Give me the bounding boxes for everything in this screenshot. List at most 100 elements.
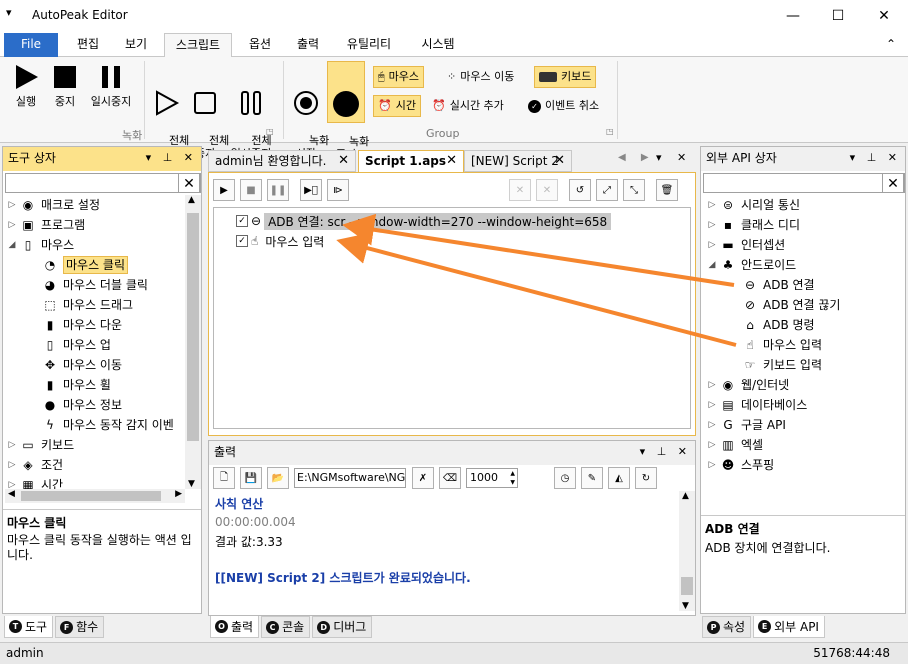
- tree-item[interactable]: ▷ ◈ 조건: [5, 455, 64, 475]
- tree-item[interactable]: ◢ ♣ 안드로이드: [705, 255, 797, 275]
- line-checkbox[interactable]: ✓: [236, 215, 248, 227]
- clear-search-icon[interactable]: ✕: [178, 173, 200, 193]
- file-tab[interactable]: File: [4, 33, 58, 57]
- tree-item[interactable]: ▷ G 구글 API: [705, 415, 786, 435]
- doc-tab-script2[interactable]: [NEW] Script 2 ✕: [464, 150, 572, 172]
- minimize-button[interactable]: —: [770, 0, 816, 32]
- expand-arrow-icon[interactable]: ▷: [5, 435, 19, 455]
- stepper-arrows-icon[interactable]: ▲ ▼: [510, 469, 515, 487]
- tree-item[interactable]: ▷ ▭ 키보드: [5, 435, 75, 455]
- new-file-icon[interactable]: 🗋: [213, 467, 235, 489]
- eraser-icon[interactable]: ⌫: [439, 467, 461, 489]
- collapse-icon[interactable]: ⤡: [623, 179, 645, 201]
- tree-item[interactable]: ⌂ ADB 명령: [727, 315, 814, 335]
- panel-controls[interactable]: ▾ ⊥ ✕: [640, 441, 691, 463]
- hscroll-thumb[interactable]: [21, 491, 161, 501]
- close-button[interactable]: ✕: [861, 0, 907, 32]
- panel-controls[interactable]: ▾ ⊥ ✕: [146, 147, 197, 169]
- tree-item[interactable]: ▷ ⊜ 시리얼 통신: [705, 195, 800, 215]
- editor-run-from-button[interactable]: ▶⃞: [300, 179, 322, 201]
- tree-item[interactable]: ▯ 마우스 업: [27, 335, 111, 355]
- expand-arrow-icon[interactable]: ▷: [705, 375, 719, 395]
- tab-output-log[interactable]: O 출력: [210, 616, 260, 638]
- disabled-x-icon[interactable]: ✕: [536, 179, 558, 201]
- pause-button[interactable]: 일시중지: [86, 63, 136, 108]
- expand-arrow-icon[interactable]: ▷: [5, 195, 19, 215]
- delete-icon[interactable]: 🗑: [656, 179, 678, 201]
- group-expand-icon[interactable]: ◳: [606, 127, 614, 136]
- run-button[interactable]: 실행: [8, 63, 44, 108]
- tab-functions[interactable]: F 함수: [55, 616, 105, 638]
- tab-nav-icons[interactable]: ◀ ▶: [618, 152, 655, 163]
- tree-item[interactable]: ▷ ▦ 시간: [5, 475, 64, 489]
- expand-arrow-icon[interactable]: ▷: [705, 235, 719, 255]
- script-line-mouse[interactable]: ✓ ☝ 마우스 입력: [236, 232, 328, 250]
- tab-utility[interactable]: 유틸리티: [336, 33, 402, 57]
- doc-tab-welcome[interactable]: admin님 환영합니다. ✕: [208, 150, 356, 172]
- tree-item[interactable]: ▮ 마우스 다운: [27, 315, 122, 335]
- tree-item[interactable]: ▷ ▣ 프로그램: [5, 215, 86, 235]
- tree-item[interactable]: ⊘ ADB 연결 끊기: [727, 295, 841, 315]
- tree-item[interactable]: ◢ ▯ 마우스: [5, 235, 75, 255]
- tree-item[interactable]: ▷ ▥ 엑셀: [705, 435, 764, 455]
- tree-item[interactable]: ▷ ☻ 스푸핑: [705, 455, 775, 475]
- tab-options[interactable]: 옵션: [238, 33, 282, 57]
- editor-pause-button[interactable]: ❚❚: [267, 179, 289, 201]
- tree-item[interactable]: ▮ 마우스 휠: [27, 375, 111, 395]
- tree-item[interactable]: ⬚ 마우스 드래그: [27, 295, 133, 315]
- tab-edit[interactable]: 편집: [66, 33, 110, 57]
- toolbox-search-input[interactable]: ✕: [5, 173, 201, 193]
- record-time-toggle[interactable]: ⏰ 시간: [373, 95, 421, 117]
- expand-arrow-icon[interactable]: ▷: [705, 215, 719, 235]
- expand-arrow-icon[interactable]: ▷: [5, 215, 19, 235]
- expand-arrow-icon[interactable]: ▷: [705, 415, 719, 435]
- scroll-left-icon[interactable]: ◀: [8, 489, 15, 499]
- stop-button[interactable]: 중지: [48, 63, 82, 108]
- close-tab-icon[interactable]: ✕: [338, 151, 349, 171]
- disabled-x-icon[interactable]: ✕: [509, 179, 531, 201]
- group-expand-icon[interactable]: ◳: [266, 127, 274, 136]
- tab-view[interactable]: 보기: [114, 33, 158, 57]
- fill-icon[interactable]: ◭: [608, 467, 630, 489]
- expand-arrow-icon[interactable]: ▷: [5, 455, 19, 475]
- realtime-add-button[interactable]: ⏰ 실시간 추가: [428, 95, 508, 117]
- tree-item[interactable]: ◔ 마우스 클릭: [27, 255, 129, 275]
- tab-system[interactable]: 시스템: [410, 33, 466, 57]
- expand-arrow-icon[interactable]: ◢: [5, 235, 19, 255]
- close-tab-icon[interactable]: ✕: [446, 151, 457, 171]
- tree-item[interactable]: ⊖ ADB 연결: [727, 275, 815, 295]
- editor-run-button[interactable]: ▶: [213, 179, 235, 201]
- tree-item[interactable]: ϟ 마우스 동작 감지 이벤: [27, 415, 174, 435]
- tree-item[interactable]: ● 마우스 정보: [27, 395, 122, 415]
- close-tab-icon[interactable]: ✕: [554, 151, 565, 171]
- clock-icon[interactable]: ◷: [554, 467, 576, 489]
- history-icon[interactable]: ↺: [569, 179, 591, 201]
- event-cancel-button[interactable]: ✓ 이벤트 취소: [524, 95, 603, 117]
- scroll-up-icon[interactable]: ▲: [188, 195, 195, 205]
- toolbox-scrollbar[interactable]: ▲ ▼: [185, 195, 201, 489]
- tab-output[interactable]: 출력: [286, 33, 330, 57]
- record-mouse-toggle[interactable]: 🖱 마우스: [373, 66, 424, 88]
- expand-arrow-icon[interactable]: ▷: [705, 455, 719, 475]
- scroll-thumb[interactable]: [681, 577, 693, 595]
- folder-icon[interactable]: 📂: [267, 467, 289, 489]
- output-scrollbar[interactable]: ▲ ▼: [679, 491, 695, 611]
- expand-arrow-icon[interactable]: ▷: [705, 395, 719, 415]
- record-mouse-move-toggle[interactable]: ⁘ 마우스 이동: [443, 66, 518, 88]
- save-icon[interactable]: 💾: [240, 467, 262, 489]
- record-keyboard-toggle[interactable]: 키보드: [534, 66, 597, 88]
- tab-script[interactable]: 스크립트: [164, 33, 232, 58]
- tree-item[interactable]: ▷ ◉ 웹/인터넷: [705, 375, 790, 395]
- expand-icon[interactable]: ⤢: [596, 179, 618, 201]
- tab-external-api[interactable]: E 외부 API: [753, 616, 825, 638]
- tree-item[interactable]: ◕ 마우스 더블 클릭: [27, 275, 148, 295]
- expand-arrow-icon[interactable]: ▷: [705, 195, 719, 215]
- tab-menu-icons[interactable]: ▾ ✕: [656, 151, 692, 164]
- maximize-button[interactable]: ☐: [815, 0, 861, 32]
- scroll-down-icon[interactable]: ▼: [188, 479, 195, 489]
- panel-controls[interactable]: ▾ ⊥ ✕: [850, 147, 901, 169]
- doc-tab-script1[interactable]: Script 1.aps ✕: [358, 150, 464, 172]
- api-search-input[interactable]: ✕: [703, 173, 905, 193]
- tab-tools[interactable]: T 도구: [4, 616, 54, 638]
- collapse-ribbon-icon[interactable]: ⌃: [882, 33, 900, 57]
